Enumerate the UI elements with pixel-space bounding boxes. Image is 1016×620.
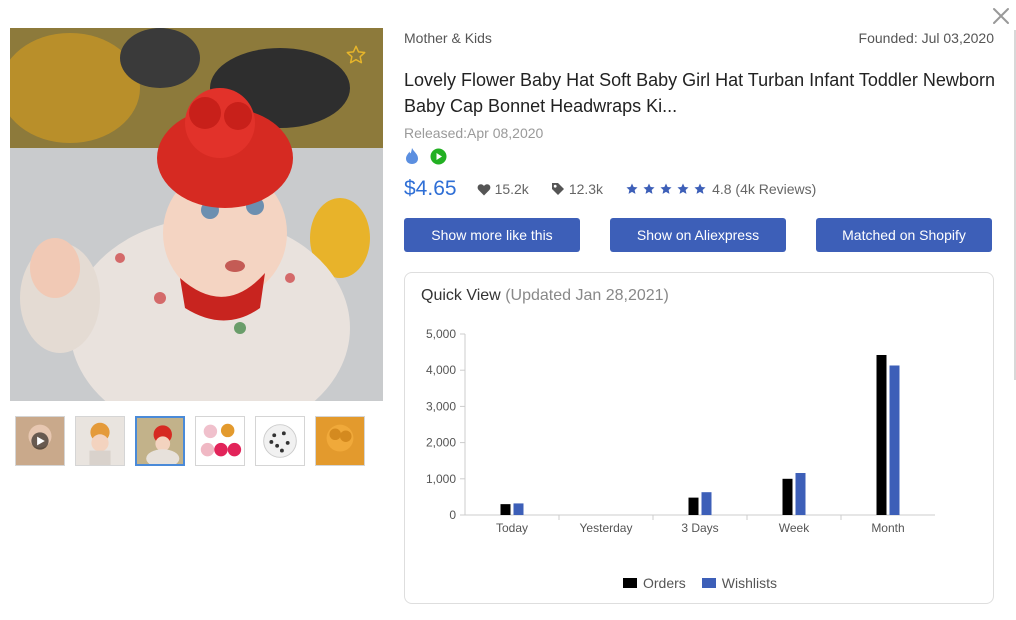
heart-icon bbox=[477, 183, 490, 195]
thumbnail-image bbox=[76, 417, 124, 465]
main-product-image bbox=[10, 28, 383, 401]
rating: 4.8 (4k Reviews) bbox=[625, 181, 816, 197]
y-tick-label: 0 bbox=[449, 508, 456, 522]
wishlist-count-label: 15.2k bbox=[494, 181, 529, 197]
thumb-3[interactable] bbox=[135, 416, 185, 466]
legend-swatch bbox=[701, 578, 716, 588]
close-button[interactable] bbox=[990, 5, 1012, 27]
badge-row bbox=[404, 147, 447, 165]
orders-wishlists-chart: 0 1,000 2,000 3,000 4,000 5,000 Today Yesterday… bbox=[426, 327, 935, 535]
y-tick-label: 1,000 bbox=[426, 472, 456, 486]
price: $4.65 bbox=[404, 177, 457, 200]
bar-orders-month bbox=[876, 354, 887, 515]
y-tick-label: 4,000 bbox=[426, 363, 456, 377]
wishlist-count: 15.2k bbox=[477, 181, 529, 197]
product-category: Mother & Kids bbox=[404, 30, 492, 46]
show-more-like-this-button[interactable]: Show more like this bbox=[404, 218, 580, 252]
x-tick-label: Month bbox=[871, 521, 904, 535]
star-icon bbox=[677, 183, 689, 194]
thumb-2[interactable] bbox=[75, 416, 125, 466]
legend-item-orders[interactable]: Orders bbox=[622, 575, 686, 591]
chart-legend: Orders Wishlists bbox=[405, 575, 995, 591]
x-tick-label: Yesterday bbox=[580, 521, 633, 535]
tag-icon bbox=[551, 183, 564, 195]
product-title: Lovely Flower Baby Hat Soft Baby Girl Ha… bbox=[404, 70, 995, 116]
thumbnail-image bbox=[196, 417, 244, 465]
bar-wishlists-today bbox=[513, 503, 524, 515]
bar-orders-week bbox=[782, 478, 793, 515]
legend-swatch bbox=[622, 578, 637, 588]
thumbnail-strip bbox=[15, 416, 365, 466]
bar-wishlists-month bbox=[889, 365, 900, 515]
x-tick-label: 3 Days bbox=[681, 521, 718, 535]
video-play-icon[interactable] bbox=[430, 148, 447, 165]
y-tick-label: 2,000 bbox=[426, 436, 456, 450]
thumbnail-image bbox=[137, 418, 183, 464]
bar-orders-today bbox=[500, 504, 511, 515]
thumbnail-image bbox=[316, 417, 364, 465]
founded-date: Founded: Jul 03,2020 bbox=[858, 30, 994, 46]
orders-count: 12.3k bbox=[551, 181, 603, 197]
favorite-button[interactable] bbox=[345, 44, 367, 66]
close-icon bbox=[993, 8, 1009, 24]
y-tick-label: 5,000 bbox=[426, 327, 456, 341]
thumb-4[interactable] bbox=[195, 416, 245, 466]
star-icon bbox=[694, 183, 706, 194]
bar-wishlists-week bbox=[795, 473, 806, 515]
thumb-5[interactable] bbox=[255, 416, 305, 466]
hot-flame-icon bbox=[406, 148, 418, 164]
y-tick-label: 3,000 bbox=[426, 399, 456, 413]
legend-label: Wishlists bbox=[721, 575, 778, 591]
thumb-6[interactable] bbox=[315, 416, 365, 466]
legend-label: Orders bbox=[642, 575, 686, 591]
star-icon bbox=[643, 183, 655, 194]
bar-orders-3-days bbox=[688, 497, 699, 515]
quick-view-panel: Quick View (Updated Jan 28,2021) 0 1,000 2… bbox=[404, 272, 994, 604]
video-thumbnail-icon bbox=[16, 417, 64, 465]
star-icon bbox=[626, 183, 638, 194]
product-photo bbox=[10, 28, 383, 401]
thumb-video[interactable] bbox=[15, 416, 65, 466]
bar-wishlists-3-days bbox=[701, 492, 712, 515]
x-tick-label: Today bbox=[496, 521, 528, 535]
show-on-aliexpress-button[interactable]: Show on Aliexpress bbox=[610, 218, 786, 252]
x-tick-label: Week bbox=[779, 521, 810, 535]
star-icon bbox=[660, 183, 672, 194]
thumbnail-image bbox=[256, 417, 304, 465]
legend-item-wishlists[interactable]: Wishlists bbox=[701, 575, 778, 591]
stats-row: $4.65 15.2k 12.3k 4.8 (4k Reviews) bbox=[404, 174, 816, 204]
star-outline-icon bbox=[346, 45, 366, 64]
orders-count-label: 12.3k bbox=[568, 181, 604, 197]
rating-text: 4.8 (4k Reviews) bbox=[712, 181, 817, 197]
rating-stars bbox=[625, 182, 707, 196]
released-date: Released:Apr 08,2020 bbox=[404, 125, 544, 141]
matched-on-shopify-button[interactable]: Matched on Shopify bbox=[816, 218, 992, 252]
